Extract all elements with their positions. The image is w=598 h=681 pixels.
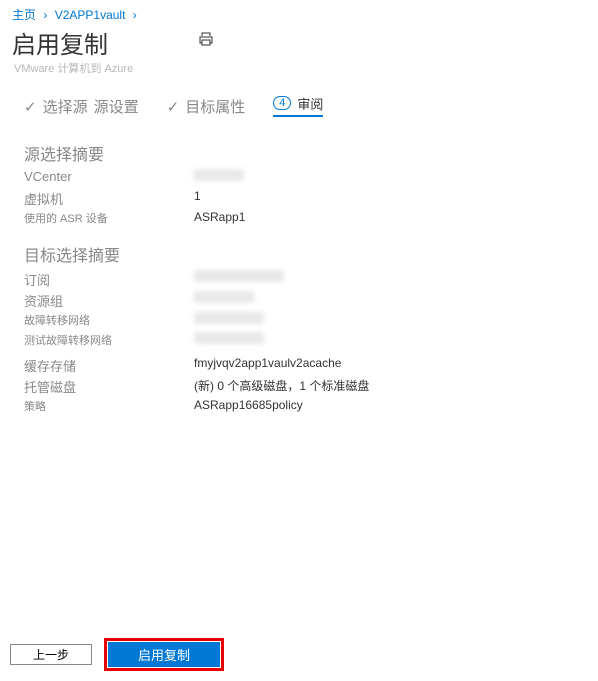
cache-storage-label: 缓存存储 [24,356,194,375]
failover-network-label: 故障转移网络 [24,312,194,330]
step-target[interactable]: ✓ 目标属性 [167,96,246,117]
enable-replication-button[interactable]: 启用复制 [108,642,220,667]
failover-network-value-redacted [194,312,264,324]
vm-value: 1 [194,189,201,208]
page-subtitle: VMware 计算机到 Azure [0,60,598,94]
resource-group-value-redacted [194,291,254,303]
source-summary-heading: 源选择摘要 [24,141,476,165]
chevron-right-icon: › [133,8,137,22]
cache-storage-value: fmyjvqv2app1vaulv2acache [194,356,341,375]
test-failover-network-value-redacted [194,332,264,344]
managed-disk-label: 托管磁盘 [24,377,194,396]
policy-value: ASRapp16685policy [194,398,303,416]
test-failover-network-label: 测试故障转移网络 [24,332,194,350]
vcenter-value-redacted [194,169,244,181]
asr-device-label: 使用的 ASR 设备 [24,210,194,228]
subscription-value-redacted [194,270,284,282]
resource-group-label: 资源组 [24,291,194,310]
step-source-settings-label: 源设置 [94,96,139,117]
subscription-label: 订阅 [24,270,194,289]
step-source-label: 选择源 [43,96,88,117]
vcenter-label: VCenter [24,169,194,187]
managed-disk-value: (新) 0 个高级磁盘，1 个标准磁盘 [194,377,369,396]
step-source[interactable]: ✓ 选择源 源设置 [24,96,139,117]
policy-label: 策略 [24,398,194,416]
breadcrumb-home[interactable]: 主页 [12,8,36,22]
footer-actions: 上一步 启用复制 [10,638,224,671]
chevron-right-icon: › [43,8,47,22]
asr-device-value: ASRapp1 [194,210,245,228]
step-review-label: 审阅 [297,94,323,113]
check-icon: ✓ [24,98,37,116]
target-summary-heading: 目标选择摘要 [24,242,476,266]
breadcrumb: 主页 › V2APP1vault › [0,0,598,25]
step-number: 4 [273,96,291,110]
breadcrumb-vault[interactable]: V2APP1vault [55,8,126,22]
previous-button[interactable]: 上一步 [10,644,92,665]
page-title: 启用复制 [12,25,108,60]
enable-button-highlight: 启用复制 [104,638,224,671]
check-icon: ✓ [167,98,180,116]
wizard-steps: ✓ 选择源 源设置 ✓ 目标属性 4 审阅 [0,94,598,127]
step-review[interactable]: 4 审阅 [273,94,323,117]
step-target-label: 目标属性 [185,96,245,117]
vm-label: 虚拟机 [24,189,194,208]
print-icon[interactable] [198,31,214,50]
